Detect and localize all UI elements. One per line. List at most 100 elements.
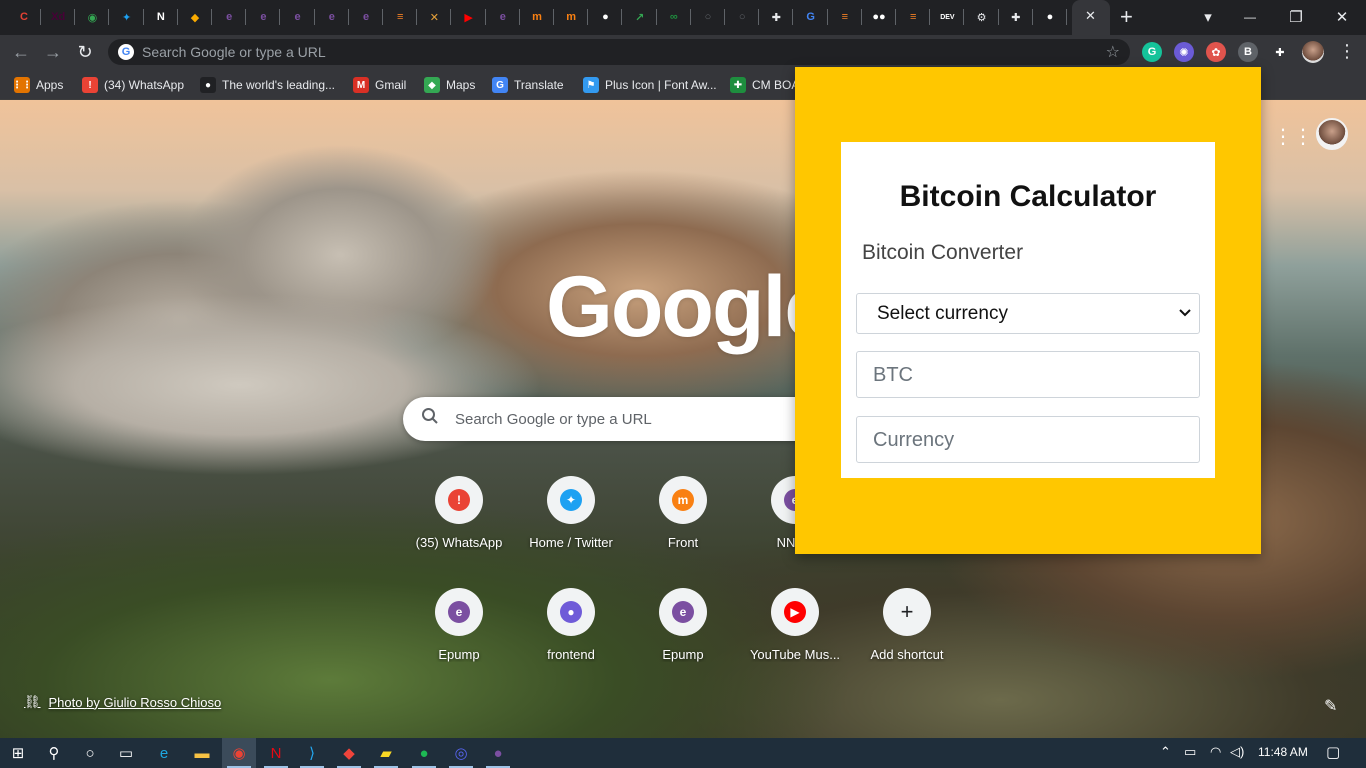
spotify-icon[interactable]: ● bbox=[406, 738, 442, 768]
chrome-glyph: ◉ bbox=[232, 745, 246, 762]
minimize-button[interactable]: — bbox=[1230, 4, 1270, 30]
epump-tab-icon[interactable]: e bbox=[356, 7, 376, 27]
bookmark-label: Plus Icon | Font Aw... bbox=[605, 78, 717, 92]
grammarly-icon[interactable]: G bbox=[1142, 42, 1162, 62]
task-view-icon[interactable]: ▭ bbox=[108, 738, 144, 768]
puzzle-tab-icon[interactable]: ✚ bbox=[1006, 7, 1026, 27]
edge-icon[interactable]: e bbox=[146, 738, 182, 768]
bitcoin-extension-icon[interactable]: B bbox=[1238, 42, 1258, 62]
shortcut-tile[interactable]: ▶ YouTube Mus... bbox=[739, 588, 851, 688]
green-circle-tab-icon[interactable]: ◉ bbox=[82, 7, 102, 27]
forward-button[interactable]: → bbox=[40, 39, 66, 65]
maximize-button[interactable]: ❐ bbox=[1276, 4, 1316, 30]
vscode-icon[interactable]: ⟩ bbox=[294, 738, 330, 768]
reload-button[interactable]: ↻ bbox=[72, 39, 98, 65]
gear-tab-icon[interactable]: ⚙ bbox=[972, 7, 992, 27]
chrome-menu-icon[interactable]: ⋮ bbox=[1338, 41, 1356, 62]
shortcut-tile[interactable]: e Epump bbox=[403, 588, 515, 688]
bookmark-item[interactable]: M Gmail bbox=[353, 76, 406, 94]
search-icon[interactable]: ⚲ bbox=[36, 738, 72, 768]
discord-icon[interactable]: ◎ bbox=[443, 738, 479, 768]
tab-search-icon[interactable]: ▾ bbox=[1188, 4, 1228, 30]
shortcut-tile[interactable]: ● frontend bbox=[515, 588, 627, 688]
volume-icon[interactable]: ◁) bbox=[1230, 744, 1244, 760]
puzzle-icon[interactable]: ✚ bbox=[1270, 42, 1290, 62]
bookmark-label: Translate bbox=[514, 78, 564, 92]
bookmark-item[interactable]: ⚑ Plus Icon | Font Aw... bbox=[583, 76, 717, 94]
github-tab-icon[interactable]: ● bbox=[595, 7, 615, 27]
profile-avatar[interactable] bbox=[1302, 41, 1324, 63]
notion-tab-icon[interactable]: N bbox=[151, 7, 171, 27]
medium-tab-icon[interactable]: ●● bbox=[869, 7, 889, 27]
cortana-icon[interactable]: ○ bbox=[72, 738, 108, 768]
link-tab-icon[interactable]: ∞ bbox=[664, 7, 684, 27]
photo-credit-link[interactable]: ⛓ Photo by Giulio Rosso Chioso bbox=[24, 694, 221, 710]
wifi-icon[interactable]: ◠ bbox=[1210, 744, 1221, 760]
epump-tab-icon[interactable]: e bbox=[288, 7, 308, 27]
close-window-button[interactable]: ✕ bbox=[1322, 4, 1362, 30]
anydesk-icon[interactable]: ◆ bbox=[331, 738, 367, 768]
bookmark-item[interactable]: G Translate bbox=[492, 76, 564, 94]
currency-input[interactable]: Currency bbox=[856, 416, 1200, 463]
bookmark-item[interactable]: ◆ Maps bbox=[424, 76, 475, 94]
taskbar-clock[interactable]: 11:48 AM bbox=[1258, 745, 1308, 759]
sticky-notes-icon[interactable]: ▰ bbox=[368, 738, 404, 768]
tray-chevron-icon[interactable]: ⌃ bbox=[1160, 744, 1171, 760]
shortcut-tile[interactable]: m Front bbox=[627, 476, 739, 576]
bookmark-star-icon[interactable]: ☆ bbox=[1106, 42, 1120, 62]
btc-input[interactable]: BTC bbox=[856, 351, 1200, 398]
active-tab[interactable]: ✕ bbox=[1072, 0, 1110, 35]
epump-tab-icon[interactable]: e bbox=[493, 7, 513, 27]
github-tab-icon[interactable]: ● bbox=[1040, 7, 1060, 27]
dev-tab-icon[interactable]: DEV bbox=[937, 7, 957, 27]
close-tab-icon[interactable]: ✕ bbox=[1085, 8, 1096, 24]
layers-tab-icon[interactable]: ◆ bbox=[185, 7, 205, 27]
windows-start-icon[interactable]: ⊞ bbox=[0, 738, 36, 768]
color-extension-icon[interactable]: ✿ bbox=[1206, 42, 1226, 62]
bookmark-item[interactable]: ⋮⋮ Apps bbox=[12, 76, 63, 94]
shortcut-tile[interactable]: + Add shortcut bbox=[851, 588, 963, 688]
shortcut-icon-circle: ✦ bbox=[547, 476, 595, 524]
stackoverflow-tab-icon[interactable]: ≡ bbox=[903, 7, 923, 27]
currency-select[interactable]: Select currency bbox=[856, 293, 1200, 334]
epump-tab-icon[interactable]: e bbox=[219, 7, 239, 27]
tab-separator bbox=[40, 9, 41, 25]
globe-tab-icon[interactable]: ○ bbox=[698, 7, 718, 27]
whatsapp-icon: ! bbox=[82, 77, 98, 93]
chrome-icon[interactable]: ◉ bbox=[221, 738, 257, 768]
tools-tab-icon[interactable]: ✕ bbox=[424, 7, 444, 27]
sparkle-extension-icon[interactable]: ✺ bbox=[1174, 42, 1194, 62]
ntp-profile-avatar[interactable] bbox=[1316, 118, 1348, 150]
moodle-tab-icon[interactable]: m bbox=[527, 7, 547, 27]
chart-tab-icon[interactable]: ↗ bbox=[630, 7, 650, 27]
back-button[interactable]: ← bbox=[8, 39, 34, 65]
epump-tab-icon[interactable]: e bbox=[253, 7, 273, 27]
shortcut-tile[interactable]: ✦ Home / Twitter bbox=[515, 476, 627, 576]
google-apps-icon[interactable]: ⋮⋮⋮ bbox=[1273, 124, 1333, 148]
shortcut-tile[interactable]: ! (35) WhatsApp bbox=[403, 476, 515, 576]
github-desktop-icon[interactable]: ● bbox=[480, 738, 516, 768]
bookmark-item[interactable]: ✚ CM BOA bbox=[730, 76, 799, 94]
netflix-icon[interactable]: N bbox=[258, 738, 294, 768]
puzzle-tab-icon[interactable]: ✚ bbox=[766, 7, 786, 27]
new-tab-button[interactable]: + bbox=[1120, 4, 1133, 30]
whatsapp-shortcut-icon: ! bbox=[448, 489, 470, 511]
epump-tab-icon[interactable]: e bbox=[322, 7, 342, 27]
battery-icon[interactable]: ▭ bbox=[1184, 744, 1196, 760]
notifications-icon[interactable]: ▢ bbox=[1326, 743, 1340, 761]
bookmark-item[interactable]: ● The world's leading... bbox=[200, 76, 335, 94]
moodle-tab-icon[interactable]: m bbox=[561, 7, 581, 27]
youtube-music-tab-icon[interactable]: ▶ bbox=[459, 7, 479, 27]
stackoverflow-tab-icon[interactable]: ≡ bbox=[390, 7, 410, 27]
stackoverflow-tab-icon[interactable]: ≡ bbox=[835, 7, 855, 27]
twitter-tab-icon[interactable]: ✦ bbox=[117, 7, 137, 27]
bookmark-item[interactable]: ! (34) WhatsApp bbox=[82, 76, 184, 94]
globe-tab-icon[interactable]: ○ bbox=[732, 7, 752, 27]
shortcut-tile[interactable]: e Epump bbox=[627, 588, 739, 688]
omnibox[interactable]: G Search Google or type a URL ☆ bbox=[108, 39, 1130, 65]
chrome-tab-icon[interactable]: C bbox=[14, 7, 34, 27]
xd-tab-icon[interactable]: Xd bbox=[48, 7, 68, 27]
customize-pencil-icon[interactable]: ✎ bbox=[1324, 696, 1337, 716]
google-tab-icon[interactable]: G bbox=[801, 7, 821, 27]
file-explorer-icon[interactable]: ▬ bbox=[184, 738, 220, 768]
